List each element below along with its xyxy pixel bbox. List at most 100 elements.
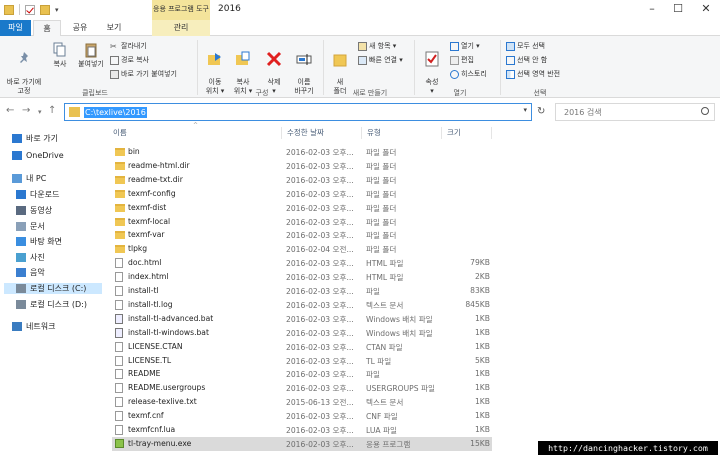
tab-manage[interactable]: 관리 (152, 20, 210, 36)
file-row[interactable]: README 2016-02-03 오후... 파일 1KB (112, 367, 492, 381)
paste-shortcut-button[interactable]: 바로 가기 붙여넣기 (110, 69, 177, 79)
nav-network[interactable]: 네트워크 (12, 321, 55, 332)
file-row[interactable]: texmf.cnf 2016-02-03 오후... CNF 파일 1KB (112, 409, 492, 423)
nav-drive-c[interactable]: 로컬 디스크 (C:) (4, 283, 102, 294)
file-row[interactable]: texmf-config 2016-02-03 오후... 파일 폴더 (112, 187, 492, 201)
up-icon[interactable]: ↑ (48, 105, 56, 116)
recent-locations-icon[interactable]: ▾ (38, 108, 42, 116)
maximize-button[interactable]: ☐ (664, 0, 692, 20)
easy-access-icon (358, 55, 367, 65)
file-row[interactable]: bin 2016-02-03 오후... 파일 폴더 (112, 145, 492, 159)
new-item-button[interactable]: 새 항목 ▾ (358, 41, 396, 51)
file-row[interactable]: README.usergroups 2016-02-03 오후... USERGRO… (112, 381, 492, 395)
divider (500, 40, 501, 95)
history-button[interactable]: 히스토리 (450, 69, 487, 79)
move-to-button[interactable]: 이동 위치 ▾ (202, 42, 228, 96)
nav-videos[interactable]: 동영상 (16, 205, 52, 216)
divider[interactable] (491, 127, 492, 139)
file-type: 텍스트 문서 (366, 398, 404, 408)
folder-icon (115, 217, 125, 226)
column-header-size[interactable]: 크기 (447, 127, 461, 138)
back-icon[interactable]: ← (6, 105, 14, 116)
divider[interactable] (441, 127, 442, 139)
nav-item-label: 다운로드 (30, 190, 60, 199)
file-type: HTML 파일 (366, 259, 404, 269)
nav-downloads[interactable]: 다운로드 (16, 189, 59, 200)
file-row[interactable]: index.html 2016-02-03 오후... HTML 파일 2KB (112, 270, 492, 284)
watermark: http://dancinghacker.tistory.com (538, 441, 718, 455)
file-row[interactable]: LICENSE.TL 2016-02-03 오후... TL 파일 5KB (112, 354, 492, 368)
file-icon (115, 425, 123, 435)
file-icon (115, 299, 123, 310)
column-header-name[interactable]: 이름 (113, 127, 127, 138)
nav-quick-access[interactable]: 바로 가기 (12, 133, 58, 144)
file-row[interactable]: texmf-dist 2016-02-03 오후... 파일 폴더 (112, 201, 492, 215)
file-date: 2016-02-04 오전... (286, 245, 354, 255)
cloud-icon (12, 151, 22, 160)
file-row[interactable]: LICENSE.CTAN 2016-02-03 오후... CTAN 파일 1KB (112, 340, 492, 354)
tab-share[interactable]: 공유 (66, 20, 94, 36)
file-row[interactable]: texmf-local 2016-02-03 오후... 파일 폴더 (112, 215, 492, 229)
file-icon (115, 286, 123, 296)
tab-file[interactable]: 파일 (0, 20, 31, 36)
column-header-type[interactable]: 유형 (367, 127, 381, 138)
nav-drive-d[interactable]: 로컬 디스크 (D:) (16, 299, 87, 310)
edit-button[interactable]: 편집 (450, 55, 474, 65)
file-type: CTAN 파일 (366, 342, 403, 352)
edit-icon (450, 55, 459, 65)
file-name: install-tl-advanced.bat (128, 313, 214, 323)
copy-button[interactable]: 복사 (48, 42, 72, 69)
select-all-button[interactable]: 모두 선택 (506, 41, 545, 51)
copy-path-button[interactable]: 경로 복사 (110, 55, 149, 65)
search-input[interactable]: 2016 검색 (555, 103, 715, 121)
address-dropdown-icon[interactable]: ▾ (523, 106, 527, 114)
file-date: 2016-02-03 오후... (286, 259, 354, 269)
file-row[interactable]: install-tl-advanced.bat 2016-02-03 오후... W… (112, 312, 492, 326)
file-row[interactable]: release-texlive.txt 2015-06-13 오전... 텍스트 문… (112, 395, 492, 409)
window-title: 2016 (218, 4, 241, 14)
nav-pictures[interactable]: 사진 (16, 252, 45, 263)
file-row[interactable]: readme-txt.dir 2016-02-03 오후... 파일 폴더 (112, 173, 492, 187)
file-date: 2016-02-03 오후... (286, 328, 354, 338)
divider[interactable] (281, 127, 282, 139)
address-path[interactable]: C:\texlive\2016 (84, 107, 147, 118)
paste-button[interactable]: 붙여넣기 (74, 42, 108, 69)
nav-music[interactable]: 음악 (16, 267, 45, 278)
nav-desktop[interactable]: 바탕 화면 (16, 236, 62, 247)
minimize-button[interactable]: – (638, 0, 666, 20)
file-row[interactable]: tlpkg 2016-02-04 오전... 파일 폴더 (112, 242, 492, 256)
select-none-button[interactable]: 선택 안 함 (506, 55, 547, 65)
column-header-date[interactable]: 수정한 날짜 (287, 127, 324, 138)
file-row[interactable]: install-tl-windows.bat 2016-02-03 오후... Wi… (112, 326, 492, 340)
tab-view[interactable]: 보기 (100, 20, 128, 36)
copy-path-label: 경로 복사 (121, 56, 149, 64)
file-row[interactable]: install-tl 2016-02-03 오후... 파일 83KB (112, 284, 492, 298)
select-none-label: 선택 안 함 (517, 56, 548, 64)
file-type: 파일 (366, 370, 380, 380)
customize-toolbar-icon[interactable]: ▾ (55, 6, 59, 14)
nav-onedrive[interactable]: OneDrive (12, 151, 64, 160)
new-folder-quick-icon[interactable] (40, 4, 50, 15)
refresh-icon[interactable]: ↻ (537, 106, 545, 117)
forward-icon[interactable]: → (22, 105, 30, 116)
file-name: release-texlive.txt (128, 397, 197, 407)
file-row[interactable]: tl-tray-menu.exe 2016-02-03 오후... 응용 프로그램 1… (112, 436, 492, 451)
properties-quick-icon[interactable] (25, 4, 35, 15)
nav-documents[interactable]: 문서 (16, 221, 45, 232)
address-input[interactable]: C:\texlive\2016 ▾ (64, 103, 532, 121)
file-row[interactable]: texmf-var 2016-02-03 오후... 파일 폴더 (112, 228, 492, 242)
nav-this-pc[interactable]: 내 PC (12, 173, 46, 184)
rename-button[interactable]: 이름 바꾸기 (290, 42, 318, 96)
file-row[interactable]: doc.html 2016-02-03 오후... HTML 파일 79KB (112, 256, 492, 270)
pin-quick-access-button[interactable]: 바로 가기에 고정 (2, 42, 46, 96)
file-row[interactable]: readme-html.dir 2016-02-03 오후... 파일 폴더 (112, 159, 492, 173)
close-button[interactable]: ✕ (692, 0, 720, 20)
tab-home[interactable]: 홈 (33, 20, 61, 37)
file-row[interactable]: texmfcnf.lua 2016-02-03 오후... LUA 파일 1KB (112, 423, 492, 437)
file-row[interactable]: install-tl.log 2016-02-03 오후... 텍스트 문서 845K… (112, 298, 492, 312)
cut-button[interactable]: ✂ 잘라내기 (110, 41, 147, 51)
invert-selection-button[interactable]: 선택 영역 반전 (506, 69, 560, 79)
open-button[interactable]: 열기 ▾ (450, 41, 480, 51)
divider[interactable] (361, 127, 362, 139)
easy-access-button[interactable]: 빠른 연결 ▾ (358, 55, 403, 65)
